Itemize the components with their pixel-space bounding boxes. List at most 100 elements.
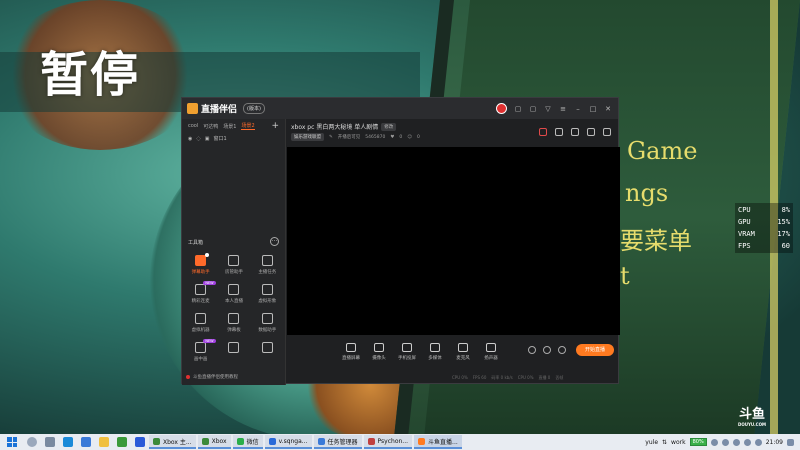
app-name: 直播伴侣	[201, 105, 238, 115]
app-icon[interactable]	[135, 437, 145, 447]
maximize-icon[interactable]: □	[589, 105, 597, 113]
room-category[interactable]: 娱乐游戏联盟	[291, 133, 324, 141]
tool-item[interactable]: 本人直播	[217, 284, 250, 304]
status-bar: CPU 0% FPS 60 码率 0 kb/s CPU 0% 直播 0 丢帧	[452, 375, 564, 380]
record-icon[interactable]	[528, 346, 536, 354]
app-logo: 直播伴侣	[187, 102, 237, 115]
tool-item[interactable]: 主播任务	[251, 255, 284, 275]
taskbar-app-active[interactable]: 斗鱼直播...	[414, 435, 462, 449]
battery-indicator[interactable]: 80%	[689, 438, 707, 446]
scene-tab[interactable]: cool	[188, 123, 198, 129]
message-icon[interactable]: ▢	[514, 105, 522, 113]
scene-tab-active[interactable]: 场景2	[241, 122, 255, 130]
speaker-icon	[486, 343, 496, 352]
link-mic-icon	[195, 284, 207, 295]
user-icon	[228, 255, 240, 266]
app-logo-icon	[187, 103, 198, 114]
eye-icon[interactable]	[543, 346, 551, 354]
eye-icon[interactable]: ◉	[188, 136, 192, 142]
tool-item[interactable]: 数据助手	[251, 313, 284, 333]
microphone-button[interactable]: 麦克风	[454, 343, 472, 361]
task-view-icon[interactable]	[45, 437, 55, 447]
vscode-icon	[268, 437, 276, 445]
window-source-icon: ▣	[204, 135, 210, 142]
lock-icon[interactable]	[555, 128, 563, 136]
taskbar-app[interactable]: Xbox 主...	[149, 435, 196, 449]
cloud-icon[interactable]	[710, 438, 718, 446]
game-menu-item[interactable]: ngs	[625, 179, 668, 207]
tool-item[interactable]: 虚拟机器	[184, 313, 217, 333]
windows-start-icon[interactable]	[7, 437, 17, 447]
toolbox-more-button[interactable]: ···	[270, 237, 279, 246]
game-menu-item[interactable]: 要菜单	[620, 221, 692, 256]
screen-capture-button[interactable]: 直播屏幕	[342, 343, 360, 361]
store-icon[interactable]	[81, 437, 91, 447]
gift-box-icon[interactable]	[539, 128, 547, 136]
tray-label[interactable]: yule	[645, 439, 658, 446]
close-icon[interactable]: ✕	[604, 105, 612, 113]
stream-preview[interactable]	[287, 147, 620, 335]
tutorial-icon	[186, 375, 190, 379]
tray-label[interactable]: work	[671, 439, 686, 446]
search-icon[interactable]	[27, 437, 37, 447]
tool-item[interactable]: 弹幕板	[217, 313, 250, 333]
avatar-icon	[261, 284, 273, 295]
edit-icon[interactable]: ✎	[329, 135, 333, 140]
taskbar-app[interactable]: 任务管理器	[313, 435, 362, 449]
microphone-icon	[458, 343, 468, 352]
minimize-icon[interactable]: –	[574, 105, 582, 113]
media-button[interactable]: 多媒体	[426, 343, 444, 361]
taskbar-app[interactable]: Xbox	[197, 435, 231, 449]
gear-icon[interactable]	[558, 346, 566, 354]
tray-icon[interactable]	[743, 438, 751, 446]
toolbox-title: 工具箱	[188, 240, 204, 246]
tool-item[interactable]: NEW 画中画	[184, 339, 217, 362]
main-toolbar	[539, 128, 611, 136]
taskbar-app[interactable]: 微信	[232, 435, 263, 449]
camera-button[interactable]: 摄像头	[370, 343, 388, 361]
gift-icon[interactable]: ▢	[529, 105, 537, 113]
lock-icon[interactable]: ◌	[196, 136, 200, 142]
tool-item[interactable]: 弹幕助手	[184, 253, 217, 275]
share-icon[interactable]	[603, 128, 611, 136]
user-avatar[interactable]	[496, 103, 507, 114]
edit-title-button[interactable]: 修改	[381, 122, 397, 131]
taskbar-app[interactable]: v.sqnga...	[264, 435, 312, 449]
clock[interactable]: 21:09	[766, 439, 783, 446]
speaker-button[interactable]: 扬声器	[482, 343, 500, 361]
tool-icon	[228, 342, 240, 353]
version-badge[interactable]: (版本)	[243, 103, 265, 114]
tool-item[interactable]: 虚拟形象	[251, 284, 284, 304]
network-icon[interactable]: ⇅	[662, 439, 667, 446]
bell-icon[interactable]	[587, 128, 595, 136]
tray-icon[interactable]	[732, 438, 740, 446]
game-menu-item[interactable]: t	[620, 262, 630, 290]
notification-icon[interactable]	[787, 438, 794, 446]
fans-icon: ☺	[407, 134, 412, 140]
scene-tab[interactable]: 可达鸭	[203, 123, 218, 130]
tutorial-link[interactable]: 斗鱼直播伴侣使用教程	[186, 374, 238, 380]
bluetooth-icon[interactable]	[721, 438, 729, 446]
xbox-icon[interactable]	[117, 437, 127, 447]
edge-icon[interactable]	[63, 437, 73, 447]
tool-item[interactable]: 房管助手	[217, 255, 250, 275]
taskbar-app[interactable]: Psychon...	[363, 435, 413, 449]
screen-icon	[346, 343, 356, 352]
menu-icon[interactable]: ≡	[559, 105, 567, 113]
streaming-app-window: 直播伴侣 (版本) ▢ ▢ ▽ ≡ – □ ✕ cool 可达鸭 场景1 场景2…	[181, 97, 620, 385]
folder-icon[interactable]	[99, 437, 109, 447]
volume-icon[interactable]	[754, 438, 762, 446]
tool-item[interactable]: NEW 精彩连麦	[184, 281, 217, 304]
scene-tab[interactable]: 场景1	[223, 123, 236, 130]
stat-row: FPS 60	[738, 242, 790, 250]
tool-item[interactable]	[217, 342, 250, 362]
source-row[interactable]: ◉ ◌ ▣ 窗口1	[182, 133, 285, 144]
settings-panel-icon[interactable]	[571, 128, 579, 136]
add-scene-button[interactable]: +	[271, 121, 279, 131]
phone-cast-button[interactable]: 手机投屏	[398, 343, 416, 361]
shirt-icon[interactable]: ▽	[544, 105, 552, 113]
start-live-button[interactable]: 开始直播	[576, 344, 614, 356]
tool-item[interactable]	[251, 342, 284, 362]
douyu-icon	[418, 437, 426, 445]
game-menu-item[interactable]: Game	[627, 137, 697, 165]
